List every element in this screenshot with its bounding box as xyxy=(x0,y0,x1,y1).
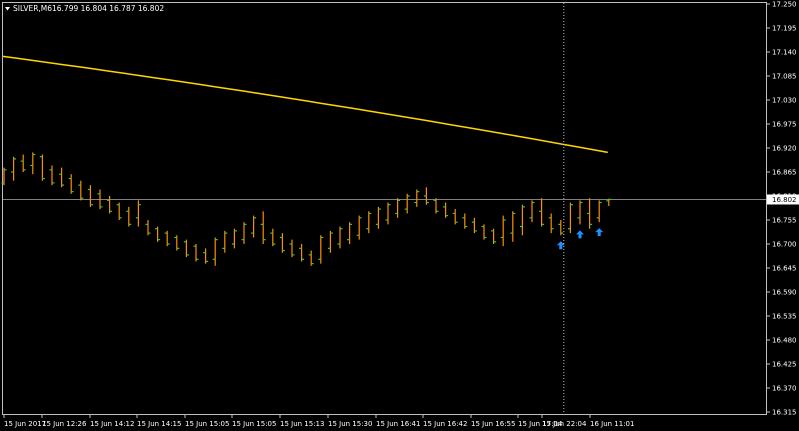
price-label: 16.700 xyxy=(772,241,797,249)
time-label: 15 Jun 15:30 xyxy=(328,420,372,428)
ohlc-readout: 16.799 16.804 16.787 16.802 xyxy=(52,4,164,13)
price-label: 16.920 xyxy=(772,145,797,153)
time-label: 16 Jun 11:01 xyxy=(590,420,634,428)
time-label: 15 Jun 16:55 xyxy=(471,420,515,428)
price-label: 17.195 xyxy=(772,25,797,33)
time-label: 15 Jun 16:42 xyxy=(423,420,467,428)
symbol-title: SILVER,M6 xyxy=(13,4,52,13)
time-label: 15 Jun 14:15 xyxy=(137,420,181,428)
price-label: 16.315 xyxy=(772,409,797,417)
price-label: 16.535 xyxy=(772,313,797,321)
price-label: 16.590 xyxy=(772,289,797,297)
price-label: 17.030 xyxy=(772,97,797,105)
price-label: 16.975 xyxy=(772,121,797,129)
time-label: 15 Jun 16:41 xyxy=(376,420,420,428)
time-label: 15 Jun 15:13 xyxy=(280,420,324,428)
price-label: 16.755 xyxy=(772,217,797,225)
time-label: 15 Jun 15:05 xyxy=(185,420,229,428)
time-label: 15 Jun 2017 xyxy=(4,420,46,428)
price-label: 17.250 xyxy=(772,1,797,9)
chart-background xyxy=(0,0,799,431)
current-price-label: 16.802 xyxy=(772,196,797,204)
price-label: 16.480 xyxy=(772,337,797,345)
chart-header: SILVER,M6 16.799 16.804 16.787 16.802 xyxy=(5,4,164,13)
price-label: 16.645 xyxy=(772,265,797,273)
time-label: 15 Jun 22:04 xyxy=(542,420,587,428)
price-label: 17.140 xyxy=(772,49,797,57)
time-label: 15 Jun 15:05 xyxy=(232,420,276,428)
time-label: 15 Jun 12:26 xyxy=(42,420,87,428)
price-label: 16.370 xyxy=(772,385,797,393)
price-label: 16.865 xyxy=(772,169,797,177)
price-label: 17.085 xyxy=(772,73,797,81)
price-label: 16.425 xyxy=(772,361,797,369)
time-label: 15 Jun 14:12 xyxy=(90,420,134,428)
price-chart[interactable]: 17.250 17.195 17.140 17.085 17.030 16.975 16.9… xyxy=(0,0,799,431)
